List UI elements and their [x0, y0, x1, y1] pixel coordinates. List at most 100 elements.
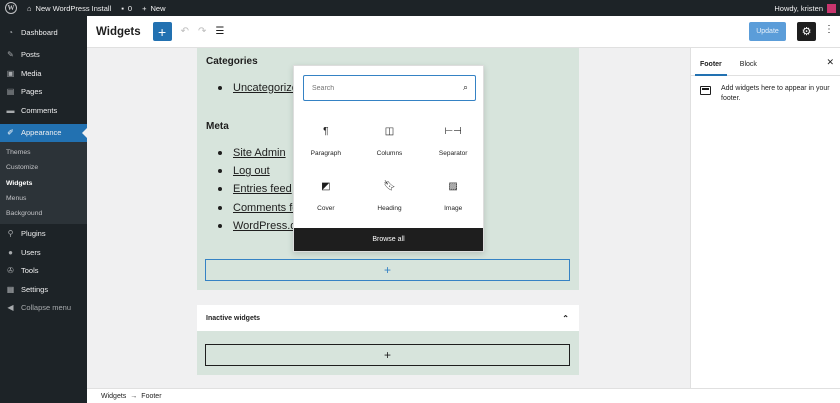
- new-label: New: [150, 3, 166, 13]
- block-label: Paragraph: [310, 150, 341, 157]
- block-inserter-popover: ⌕ ¶ Paragraph ◫ Columns ⊢⊣ Separator ◩ C…: [293, 65, 484, 252]
- sidebar-item-media[interactable]: ▣ Media: [0, 64, 87, 83]
- submenu-item-customize[interactable]: Customize: [0, 160, 87, 175]
- settings-sidebar: Footer Block ✕ Add widgets here to appea…: [690, 48, 840, 388]
- site-name: New WordPress Install: [35, 3, 112, 13]
- avatar: [827, 3, 836, 13]
- sidebar-item-appearance[interactable]: ✐ Appearance: [0, 123, 87, 142]
- more-options-icon[interactable]: ⋮: [824, 24, 834, 35]
- meta-heading: Meta: [206, 121, 229, 132]
- block-search: ⌕: [303, 75, 476, 101]
- page-title: Widgets: [96, 25, 141, 38]
- sidebar-item-label: Appearance: [21, 128, 62, 138]
- wp-logo-menu[interactable]: W: [0, 0, 22, 16]
- block-item-heading[interactable]: 🔖︎ Heading: [358, 173, 422, 218]
- block-types-grid: ¶ Paragraph ◫ Columns ⊢⊣ Separator ◩ Cov…: [294, 118, 485, 218]
- block-label: Separator: [438, 150, 468, 157]
- breadcrumb-footer[interactable]: Footer: [141, 393, 161, 400]
- submenu-item-menus[interactable]: Menus: [0, 191, 87, 206]
- category-link[interactable]: Uncategorized: [215, 79, 304, 97]
- redo-icon[interactable]: ↷: [198, 26, 206, 37]
- add-block-button[interactable]: +: [152, 22, 172, 41]
- block-item-image[interactable]: ▨ Image: [421, 173, 485, 218]
- settings-gear-icon[interactable]: ⚙: [797, 22, 816, 41]
- sidebar-item-label: Pages: [21, 87, 43, 97]
- sidebar-item-label: Comments: [21, 105, 58, 115]
- list-view-icon[interactable]: ☰: [215, 26, 224, 37]
- dashboard-icon: ◔: [8, 27, 13, 37]
- plug-icon: ⚲: [7, 229, 14, 239]
- settings-tabs: Footer Block ✕: [691, 48, 840, 76]
- plus-icon: +: [142, 3, 147, 13]
- sidebar-item-dashboard[interactable]: ◔ Dashboard: [0, 23, 87, 42]
- sidebar-item-label: Users: [21, 247, 41, 257]
- update-button[interactable]: Update: [749, 22, 786, 41]
- appearance-submenu: Themes Customize Widgets Menus Backgroun…: [0, 142, 87, 225]
- image-icon: ▨: [448, 180, 458, 192]
- collapse-icon: ◀: [7, 303, 14, 313]
- categories-heading: Categories: [206, 56, 258, 67]
- my-account-link[interactable]: Howdy, kristen: [774, 3, 840, 13]
- sidebar-item-posts[interactable]: ✎ Posts: [0, 46, 87, 65]
- sidebar-item-settings[interactable]: ▦ Settings: [0, 280, 87, 299]
- admin-sidebar: ◔ Dashboard ✎ Posts ▣ Media ▤ Pages ▬ Co…: [0, 16, 87, 403]
- editor-header: Widgets + ↶ ↷ ☰ Update ⚙ ⋮: [87, 16, 840, 48]
- wordpress-logo-icon: W: [5, 2, 17, 14]
- wrench-icon: ✇: [7, 266, 14, 276]
- separator-icon: ⊢⊣: [444, 125, 462, 137]
- browse-all-button[interactable]: Browse all: [294, 228, 483, 251]
- submenu-item-widgets[interactable]: Widgets: [0, 176, 87, 191]
- breadcrumb-arrow-icon: →: [130, 392, 138, 400]
- tab-footer[interactable]: Footer: [691, 61, 731, 76]
- inactive-widgets-area: +: [197, 331, 579, 375]
- sidebar-item-label: Tools: [21, 266, 39, 276]
- close-icon[interactable]: ✕: [826, 57, 834, 68]
- block-label: Image: [444, 205, 463, 212]
- footer-block-appender[interactable]: +: [205, 259, 570, 281]
- block-search-input[interactable]: [312, 84, 452, 92]
- undo-icon[interactable]: ↶: [181, 26, 189, 37]
- sidebar-item-comments[interactable]: ▬ Comments: [0, 101, 87, 120]
- columns-icon: ◫: [384, 125, 395, 137]
- block-label: Heading: [377, 205, 402, 212]
- home-icon: ⌂: [27, 3, 32, 13]
- categories-list: Uncategorized: [215, 79, 304, 97]
- admin-bar: W ⌂ New WordPress Install ▪ 0 + New Howd…: [0, 0, 840, 16]
- inactive-block-appender[interactable]: +: [205, 344, 570, 366]
- new-content-link[interactable]: + New: [137, 0, 170, 16]
- tab-block[interactable]: Block: [731, 61, 766, 75]
- greeting: Howdy, kristen: [774, 3, 823, 13]
- block-item-paragraph[interactable]: ¶ Paragraph: [294, 118, 358, 163]
- block-item-cover[interactable]: ◩ Cover: [294, 173, 358, 218]
- comment-icon: ▬: [6, 105, 15, 115]
- footer-area-description: Add widgets here to appear in your foote…: [700, 84, 831, 104]
- comments-link[interactable]: ▪ 0: [116, 0, 137, 16]
- footer-hint-text: Add widgets here to appear in your foote…: [721, 85, 830, 102]
- submenu-item-themes[interactable]: Themes: [0, 145, 87, 160]
- heading-icon: 🔖︎: [383, 180, 396, 192]
- sidebar-item-plugins[interactable]: ⚲ Plugins: [0, 224, 87, 243]
- submenu-item-background[interactable]: Background: [0, 206, 87, 221]
- site-name-link[interactable]: ⌂ New WordPress Install: [22, 0, 116, 16]
- sidebar-item-label: Dashboard: [21, 27, 58, 37]
- inactive-widgets-title: Inactive widgets: [206, 314, 261, 322]
- sidebar-item-label: Plugins: [21, 229, 46, 239]
- block-item-separator[interactable]: ⊢⊣ Separator: [421, 118, 485, 163]
- settings-icon: ▦: [6, 284, 15, 294]
- comment-bubble-icon: ▪: [121, 3, 124, 13]
- block-item-columns[interactable]: ◫ Columns: [358, 118, 422, 163]
- sidebar-item-pages[interactable]: ▤ Pages: [0, 83, 87, 102]
- breadcrumb: Widgets → Footer: [87, 388, 840, 403]
- pin-icon: ✎: [7, 50, 14, 60]
- sidebar-item-label: Posts: [21, 50, 40, 60]
- search-icon: ⌕: [462, 82, 468, 92]
- inactive-widgets-header[interactable]: Inactive widgets ⌃: [197, 305, 579, 331]
- cover-icon: ◩: [321, 180, 331, 192]
- sidebar-item-users[interactable]: ● Users: [0, 243, 87, 262]
- block-label: Cover: [317, 205, 335, 212]
- block-label: Columns: [376, 150, 403, 157]
- sidebar-item-label: Media: [21, 68, 42, 78]
- collapse-menu-button[interactable]: ◀ Collapse menu: [0, 298, 87, 317]
- breadcrumb-widgets[interactable]: Widgets: [101, 393, 126, 400]
- sidebar-item-tools[interactable]: ✇ Tools: [0, 261, 87, 280]
